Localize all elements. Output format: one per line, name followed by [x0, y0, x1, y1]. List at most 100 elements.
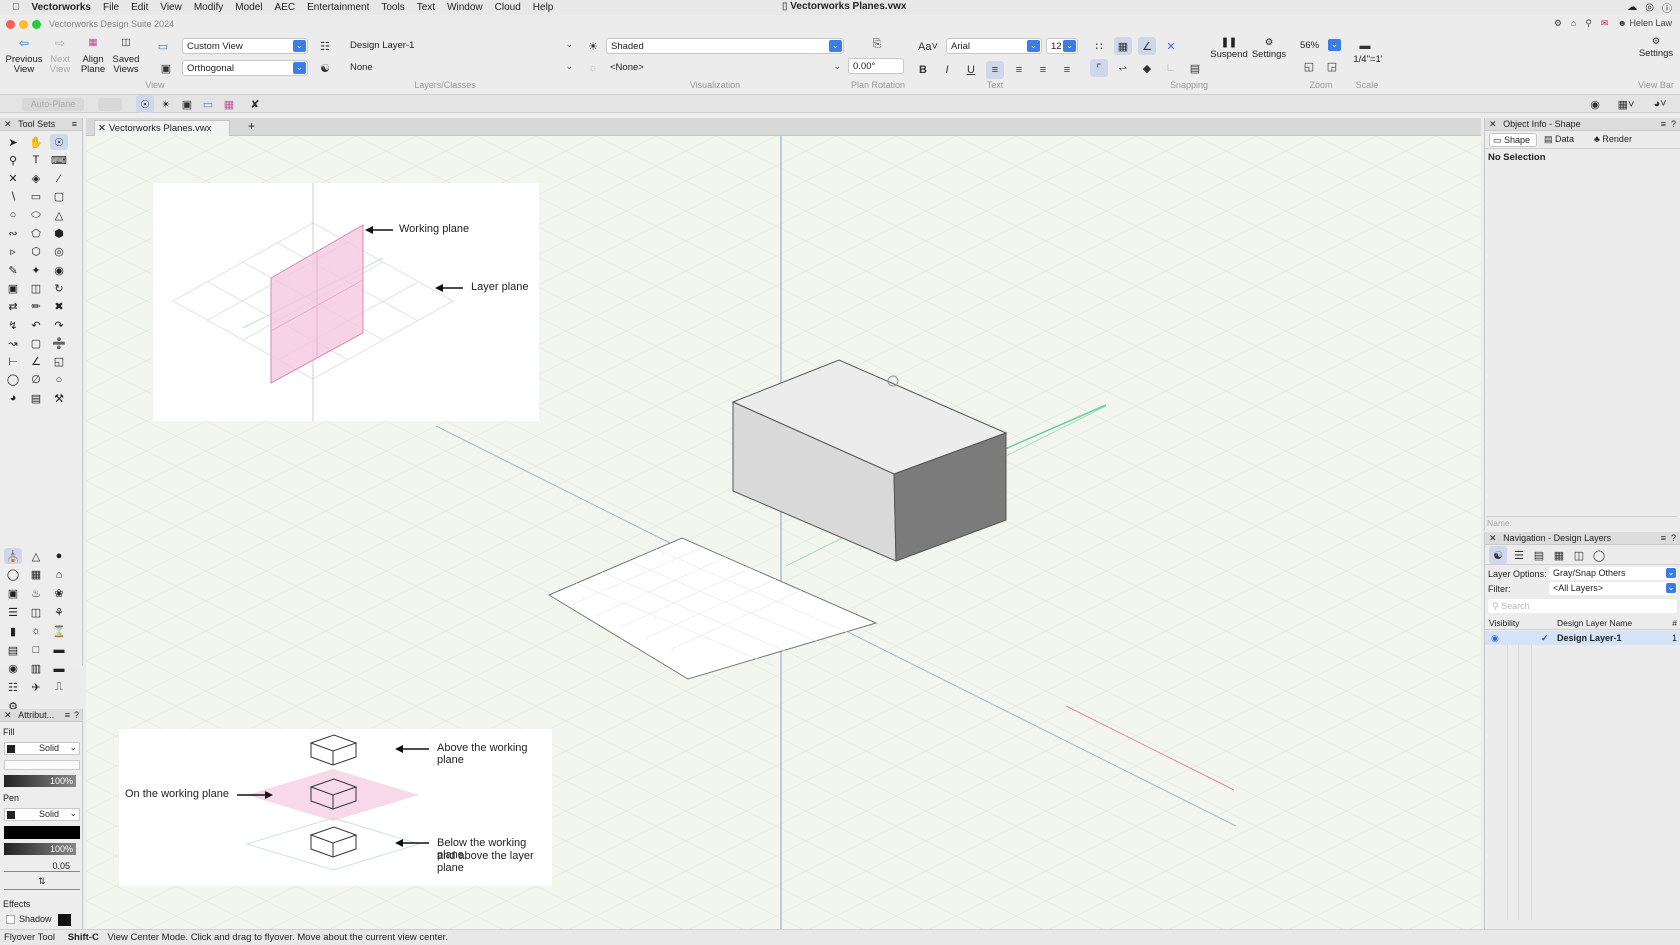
viewport-tool-icon[interactable]: ▤: [27, 390, 45, 406]
mirror-tool-icon[interactable]: ⇄: [4, 299, 22, 315]
triangle-tool-icon[interactable]: △: [50, 207, 68, 223]
close-window-button[interactable]: [6, 19, 15, 29]
menu-tools[interactable]: Tools: [381, 2, 404, 13]
spiral-tool-icon[interactable]: ◎: [50, 244, 68, 260]
align-right-button[interactable]: ≡: [1034, 61, 1052, 79]
col-layer-name[interactable]: Design Layer Name: [1557, 616, 1632, 630]
italic-button[interactable]: I: [938, 61, 956, 79]
shadow-color-swatch[interactable]: [58, 914, 71, 926]
visibility-tool-icon[interactable]: ◉: [50, 262, 68, 278]
align-center-button[interactable]: ≡: [1010, 61, 1028, 79]
tab-render[interactable]: ♣ Render: [1591, 133, 1643, 147]
polygon-tool-icon[interactable]: ⬢: [50, 226, 68, 242]
image-tool-icon[interactable]: ◫: [27, 604, 45, 620]
hide-icon[interactable]: ◉: [1586, 95, 1604, 113]
nav-tab-layers[interactable]: ☰: [1510, 546, 1528, 564]
fit-to-objects-icon[interactable]: ◱: [1300, 57, 1318, 75]
plant-tool-icon[interactable]: ❀: [50, 586, 68, 602]
snap-intersection-icon[interactable]: ✕: [1162, 37, 1180, 55]
nav-tab-symbols[interactable]: ◯: [1590, 546, 1608, 564]
snap-tangent-icon[interactable]: ⥋: [1114, 59, 1132, 77]
help-icon[interactable]: ?: [1671, 118, 1676, 131]
projection-icon[interactable]: ▣: [157, 59, 175, 77]
angle-tool-icon[interactable]: ∅: [27, 372, 45, 388]
layers-icon[interactable]: ☷: [316, 37, 334, 55]
connect-tool-icon[interactable]: ↯: [4, 317, 22, 333]
class-dropdown[interactable]: None ⌄: [346, 60, 576, 76]
fill-style-dropdown[interactable]: Solid ⌄: [4, 742, 80, 755]
pan-tool-icon[interactable]: ✋: [27, 134, 45, 150]
col-visibility[interactable]: Visibility: [1489, 616, 1520, 630]
suspend-button[interactable]: ❚❚ Suspend: [1210, 38, 1248, 60]
layer-search-input[interactable]: ⚲ Search: [1488, 599, 1677, 613]
eye-icon[interactable]: ◉: [1491, 631, 1499, 645]
close-icon[interactable]: ✕: [4, 710, 12, 720]
layer-row[interactable]: ◉ ✓ Design Layer-1 1: [1485, 631, 1680, 645]
fill-opacity-slider[interactable]: 100%: [4, 775, 76, 787]
freehand-tool-icon[interactable]: ▹: [4, 244, 22, 260]
sync-icon[interactable]: ◎: [1645, 2, 1654, 13]
menu-file[interactable]: File: [103, 2, 119, 13]
next-view-button[interactable]: ⇨ Next View: [46, 37, 74, 75]
light-dropdown[interactable]: <None> ⌄: [606, 60, 844, 76]
measure-tool-icon[interactable]: ⊢: [4, 354, 22, 370]
building-shell-icon[interactable]: ⛪: [4, 548, 22, 564]
minimize-window-button[interactable]: [19, 19, 28, 29]
oval-tool-icon[interactable]: ⬭: [27, 207, 45, 223]
drawing-canvas[interactable]: Working plane Layer plane Above the work…: [86, 136, 1481, 929]
view-center-mode-icon[interactable]: ✴: [157, 95, 175, 113]
classes-icon[interactable]: ☯: [316, 59, 334, 77]
snap-working-plane-icon[interactable]: ▤: [1186, 59, 1204, 77]
rotate-tool-icon[interactable]: ↻: [50, 280, 68, 296]
window-tool-icon[interactable]: ▣: [4, 586, 22, 602]
help-icon[interactable]: ⓘ: [1662, 0, 1672, 15]
menu-icon[interactable]: ≡: [1661, 532, 1666, 545]
truss-tool-icon[interactable]: ⚘: [50, 604, 68, 620]
name-field[interactable]: Name:: [1487, 516, 1677, 528]
font-size-dropdown[interactable]: 12 ⌄: [1046, 38, 1078, 54]
drawing-label-tool-icon[interactable]: ○: [50, 372, 68, 388]
saved-views-button[interactable]: ◫ Saved Views: [110, 38, 142, 75]
locus-tool-icon[interactable]: ✕: [4, 171, 22, 187]
snap-points-icon[interactable]: ▦: [1114, 37, 1132, 55]
help-icon[interactable]: ?: [1671, 532, 1676, 545]
offset-tool-icon[interactable]: ↝: [4, 335, 22, 351]
hexagon-tool-icon[interactable]: ⬡: [27, 244, 45, 260]
text-tool-icon[interactable]: T: [27, 152, 45, 168]
zoom-tool-icon[interactable]: ⚲: [4, 152, 22, 168]
cabinet-tool-icon-2[interactable]: ▥: [27, 661, 45, 677]
close-tab-icon[interactable]: ✕: [98, 121, 106, 137]
working-plane-center-mode-icon[interactable]: ▭: [199, 95, 217, 113]
pen-color-swatch[interactable]: [7, 811, 15, 819]
snap-angle-icon[interactable]: ∠: [1138, 37, 1156, 55]
layer-options-dropdown[interactable]: Gray/Snap Others ⌄: [1549, 567, 1677, 580]
col-number[interactable]: #: [1672, 616, 1677, 630]
plan-rotation-field[interactable]: 0.00°: [848, 58, 904, 74]
light-icon[interactable]: ☼: [584, 59, 602, 77]
align-plane-button[interactable]: ▦ Align Plane: [78, 38, 108, 75]
move-tool-icon[interactable]: ▣: [4, 280, 22, 296]
menu-window[interactable]: Window: [447, 2, 483, 13]
bold-button[interactable]: B: [914, 61, 932, 79]
chamfer-tool-icon[interactable]: ↷: [50, 317, 68, 333]
globe-tool-icon[interactable]: ◯: [4, 567, 22, 583]
document-tab[interactable]: ✕ Vectorworks Planes.vwx: [94, 120, 230, 136]
cabinet-tool-icon[interactable]: ▦: [27, 567, 45, 583]
nav-tab-views[interactable]: ▦: [1550, 546, 1568, 564]
table-tool-icon[interactable]: ▬: [50, 642, 68, 658]
close-icon[interactable]: ✕: [4, 119, 12, 129]
render-mode-dropdown[interactable]: Shaded ⌄: [606, 38, 844, 54]
polyline-tool-icon[interactable]: ⬠: [27, 226, 45, 242]
protractor-tool-icon[interactable]: ∠: [27, 354, 45, 370]
menu-icon[interactable]: ≡: [65, 709, 70, 722]
flyover-tool-icon[interactable]: ☉: [50, 134, 68, 150]
rounded-rect-tool-icon[interactable]: ▢: [50, 189, 68, 205]
render-mode-icon[interactable]: ☀: [584, 37, 602, 55]
symbol-tool-icon[interactable]: ◈: [27, 171, 45, 187]
pen-opacity-slider[interactable]: 100%: [4, 843, 76, 855]
menu-modify[interactable]: Modify: [194, 2, 223, 13]
door-tool-icon[interactable]: ▮: [4, 623, 22, 639]
tab-shape[interactable]: ▭ Shape: [1489, 133, 1537, 147]
help-icon[interactable]: ?: [74, 709, 79, 722]
grid-mode-icon[interactable]: ▦: [220, 95, 238, 113]
